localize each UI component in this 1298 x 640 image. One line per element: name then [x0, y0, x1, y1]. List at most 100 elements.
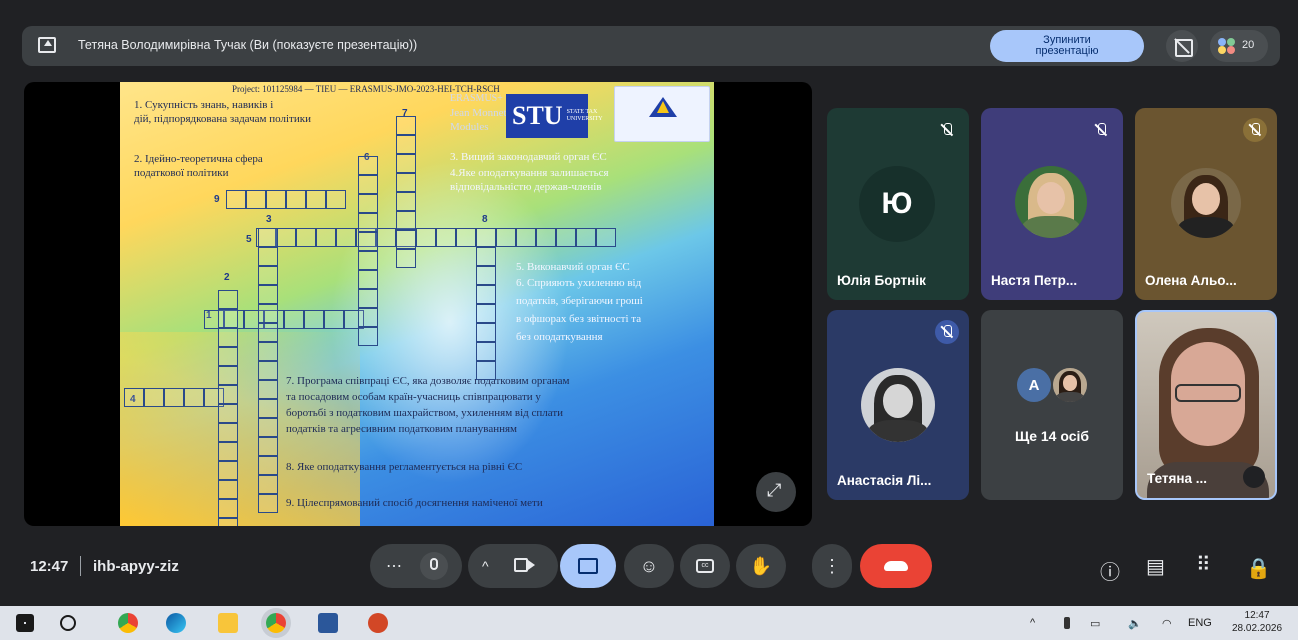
crossword-cell	[258, 361, 278, 380]
pin-icon[interactable]	[1243, 466, 1265, 488]
language-indicator[interactable]: ENG	[1188, 617, 1212, 629]
meeting-code: ihb-apyy-ziz	[93, 558, 179, 575]
crossword-cell	[258, 418, 278, 437]
present-now-button[interactable]	[560, 544, 616, 588]
crossword-cell	[276, 228, 296, 247]
crossword-cell	[258, 380, 278, 399]
more-options-button[interactable]: ⋮	[812, 544, 852, 588]
clue-7-line4: податків та агресивним податковим планув…	[286, 423, 518, 435]
crossword-cell	[218, 309, 238, 328]
crossword-cell	[476, 361, 496, 380]
taskbar-time: 12:47	[1244, 610, 1270, 621]
camera-control[interactable]: ^	[468, 544, 558, 588]
crossword-cell	[258, 399, 278, 418]
chat-icon[interactable]: ▤	[1146, 554, 1165, 579]
info-icon[interactable]: ⓘ	[1100, 556, 1120, 585]
crossword-cell	[396, 154, 416, 173]
slide: Project: 101125984 — TIEU — ERASMUS-JMO-…	[120, 82, 714, 526]
expand-icon[interactable]	[756, 472, 796, 512]
more-audio-options-icon[interactable]: ⋯	[386, 556, 402, 576]
clue-1-line2: дій, підпорядкована задачам політики	[134, 113, 311, 125]
stop-presenting-button[interactable]: Зупинити презентацію	[990, 30, 1144, 62]
clue-2-line1: 2. Ідейно-теоретична сфера	[134, 153, 263, 165]
more-vert-icon: ⋮	[823, 555, 841, 576]
crossword-cell	[456, 228, 476, 247]
self-view-tile[interactable]: Тетяна ...	[1135, 310, 1277, 500]
crossword-cell	[358, 213, 378, 232]
presenting-title: Тетяна Володимирівна Тучак (Ви (показуєт…	[78, 38, 418, 52]
clue-4-line2: відповідальністю держав-членів	[450, 181, 602, 193]
participant-count: 20	[1242, 39, 1255, 51]
camera-icon[interactable]	[514, 558, 528, 572]
glasses	[1175, 384, 1241, 402]
mic-control[interactable]: ⋯	[370, 544, 462, 588]
presentation-stage: Project: 101125984 — TIEU — ERASMUS-JMO-…	[24, 82, 812, 526]
meet-window: Тетяна Володимирівна Тучак (Ви (показуєт…	[0, 0, 1298, 640]
crossword-cell	[396, 173, 416, 192]
crossword-cell	[258, 323, 278, 342]
avatar	[1051, 366, 1089, 404]
hide-self-view-icon[interactable]	[1166, 30, 1198, 62]
crossword-cell	[218, 499, 238, 518]
activities-icon[interactable]: ⠿	[1196, 552, 1211, 577]
usb-icon[interactable]	[1064, 617, 1070, 629]
grid-number: 3	[266, 214, 272, 225]
jean-monnet-label: Jean Monnet	[450, 107, 507, 119]
crossword-cell	[164, 388, 184, 407]
divider	[80, 556, 81, 576]
present-screen-icon	[578, 558, 598, 574]
participants-button[interactable]: 20	[1210, 30, 1268, 62]
crossword-cell	[476, 285, 496, 304]
chevron-up-icon[interactable]: ^	[482, 558, 489, 574]
clue-9: 9. Цілеспрямований спосіб досягнення нам…	[286, 497, 543, 509]
crossword-cell	[476, 304, 496, 323]
crossword-cell	[358, 289, 378, 308]
crossword-cell	[358, 327, 378, 346]
crossword-cell	[358, 175, 378, 194]
windows-start-icon[interactable]	[16, 614, 34, 632]
crossword-cell	[396, 192, 416, 211]
crossword-cell	[266, 190, 286, 209]
search-icon[interactable]	[60, 615, 76, 631]
hang-up-icon	[884, 561, 908, 571]
crossword-cell	[258, 475, 278, 494]
crossword-cell	[376, 228, 396, 247]
crossword-cell	[226, 190, 246, 209]
muted-mic-icon	[1243, 118, 1267, 142]
crossword-cell	[358, 156, 378, 175]
clue-4-line1: 4.Яке оподаткування залишається	[450, 167, 609, 179]
leave-call-button[interactable]	[860, 544, 932, 588]
raise-hand-button[interactable]: ✋	[736, 544, 786, 588]
more-participants-tile[interactable]: A Ще 14 осіб	[981, 310, 1123, 500]
more-participants-label: Ще 14 осіб	[1014, 428, 1090, 444]
volume-icon[interactable]: 🔈	[1128, 617, 1142, 630]
participant-tile[interactable]: Анастасія Лі...	[827, 310, 969, 500]
clue-7-line1: 7. Програма співпраці ЄС, яка дозволяє п…	[286, 375, 570, 387]
host-controls-icon[interactable]: 🔒	[1246, 556, 1271, 581]
tray-chevron-icon[interactable]: ^	[1030, 617, 1035, 629]
crossword-cell	[326, 190, 346, 209]
crossword-cell	[258, 266, 278, 285]
battery-icon[interactable]: ▭	[1090, 617, 1100, 630]
chrome-icon[interactable]	[118, 613, 138, 633]
people-icon	[1218, 38, 1236, 54]
wifi-icon[interactable]: ◠	[1162, 617, 1172, 630]
edge-icon[interactable]	[166, 613, 186, 633]
muted-mic-icon	[1089, 118, 1113, 142]
crossword-cell	[324, 310, 344, 329]
avatar: A	[1017, 368, 1051, 402]
participant-tile[interactable]: Ю Юлія Бортнік	[827, 108, 969, 300]
participant-tile[interactable]: Настя Петр...	[981, 108, 1123, 300]
word-icon[interactable]	[318, 613, 338, 633]
crossword-cell	[258, 304, 278, 323]
crossword-cell	[124, 388, 144, 407]
reactions-button[interactable]: ☺	[624, 544, 674, 588]
participant-tile[interactable]: Олена Альо...	[1135, 108, 1277, 300]
taskbar-date: 28.02.2026	[1232, 623, 1283, 634]
crossword-cell	[258, 494, 278, 513]
powerpoint-icon[interactable]	[368, 613, 388, 633]
taskbar-clock[interactable]: 12:47 28.02.2026	[1232, 609, 1282, 635]
file-explorer-icon[interactable]	[218, 613, 238, 633]
chrome-active-icon[interactable]	[266, 613, 286, 633]
captions-button[interactable]: cc	[680, 544, 730, 588]
